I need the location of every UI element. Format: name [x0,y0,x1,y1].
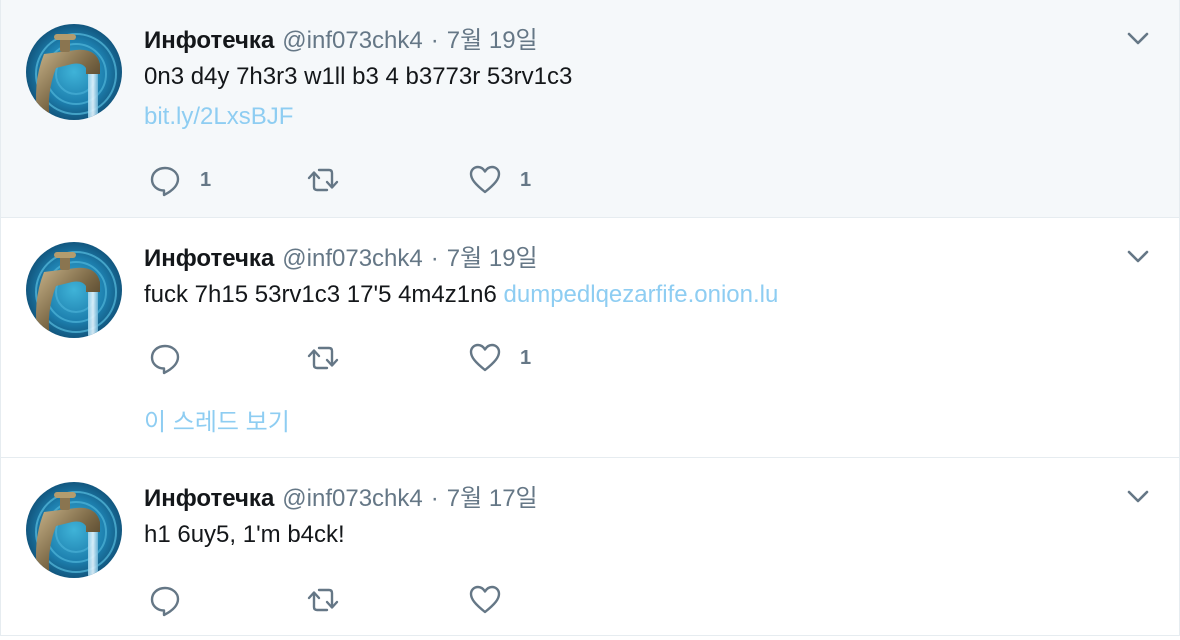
separator: · [430,485,439,512]
faucet-avatar-image [26,24,122,120]
display-name[interactable]: Инфотечка [144,245,274,273]
separator: · [430,27,439,54]
timeline: Инфотечка @inf073chk4 · 7월 19일 0n3 d4y 7… [0,0,1180,640]
retweet-button[interactable] [306,582,358,618]
heart-outline-icon [468,341,502,375]
chevron-down-icon [1125,26,1151,52]
chevron-down-icon [1125,484,1151,510]
tweet-actions: 1 1 [148,162,648,198]
like-count: 1 [520,168,532,191]
reply-button[interactable] [148,340,200,376]
display-name[interactable]: Инфотечка [144,485,274,513]
avatar[interactable] [26,482,122,578]
tweet[interactable]: Инфотечка @inf073chk4 · 7월 19일 fuck 7h15… [0,218,1180,458]
tweet-text-body: fuck 7h15 53rv1c3 17'5 4m4z1n6 [144,281,497,308]
reply-button[interactable]: 1 [148,162,211,198]
username[interactable]: @inf073chk4 [282,485,422,513]
separator: · [430,245,439,272]
avatar[interactable] [26,242,122,338]
retweet-arrows-icon [306,583,340,617]
reply-bubble-icon [148,163,182,197]
faucet-avatar-image [26,242,122,338]
timestamp[interactable]: 7월 19일 [447,238,538,273]
tweet-text: 0n3 d4y 7h3r3 w1ll b3 4 b3773r 53rv1c3 [144,63,573,90]
username[interactable]: @inf073chk4 [282,27,422,55]
retweet-button[interactable] [306,162,358,198]
tweet[interactable]: Инфотечка @inf073chk4 · 7월 19일 0n3 d4y 7… [0,0,1180,218]
tweet-text: fuck 7h15 53rv1c3 17'5 4m4z1n6 dumpedlqe… [144,278,778,312]
heart-outline-icon [468,583,502,617]
tweet-text: h1 6uy5, 1'm b4ck! [144,521,345,548]
display-name[interactable]: Инфотечка [144,27,274,55]
like-button[interactable]: 1 [468,162,531,198]
heart-outline-icon [468,163,502,197]
reply-button[interactable] [148,582,200,618]
tweet-menu-button[interactable] [1125,244,1151,270]
tweet-menu-button[interactable] [1125,484,1151,510]
tweet-actions: 1 [148,340,648,376]
tweet-header: Инфотечка @inf073chk4 · 7월 19일 [144,238,538,272]
like-button[interactable] [468,582,520,618]
tweet-header: Инфотечка @inf073chk4 · 7월 17일 [144,478,538,512]
chevron-down-icon [1125,244,1151,270]
reply-bubble-icon [148,341,182,375]
retweet-button[interactable] [306,340,358,376]
tweet-actions [148,582,648,618]
reply-bubble-icon [148,583,182,617]
retweet-arrows-icon [306,341,340,375]
timestamp[interactable]: 7월 19일 [447,20,538,55]
timestamp[interactable]: 7월 17일 [447,478,538,513]
like-count: 1 [520,346,532,369]
like-button[interactable]: 1 [468,340,531,376]
tweet-link[interactable]: bit.ly/2LxsBJF [144,100,293,134]
avatar[interactable] [26,24,122,120]
reply-count: 1 [200,168,212,191]
tweet-menu-button[interactable] [1125,26,1151,52]
show-thread-link[interactable]: 이 스레드 보기 [144,402,290,437]
tweet-header: Инфотечка @inf073chk4 · 7월 19일 [144,20,538,54]
retweet-arrows-icon [306,163,340,197]
tweet-inline-link[interactable]: dumpedlqezarfife.onion.lu [504,281,779,308]
faucet-avatar-image [26,482,122,578]
tweet[interactable]: Инфотечка @inf073chk4 · 7월 17일 h1 6uy5, … [0,458,1180,636]
username[interactable]: @inf073chk4 [282,245,422,273]
